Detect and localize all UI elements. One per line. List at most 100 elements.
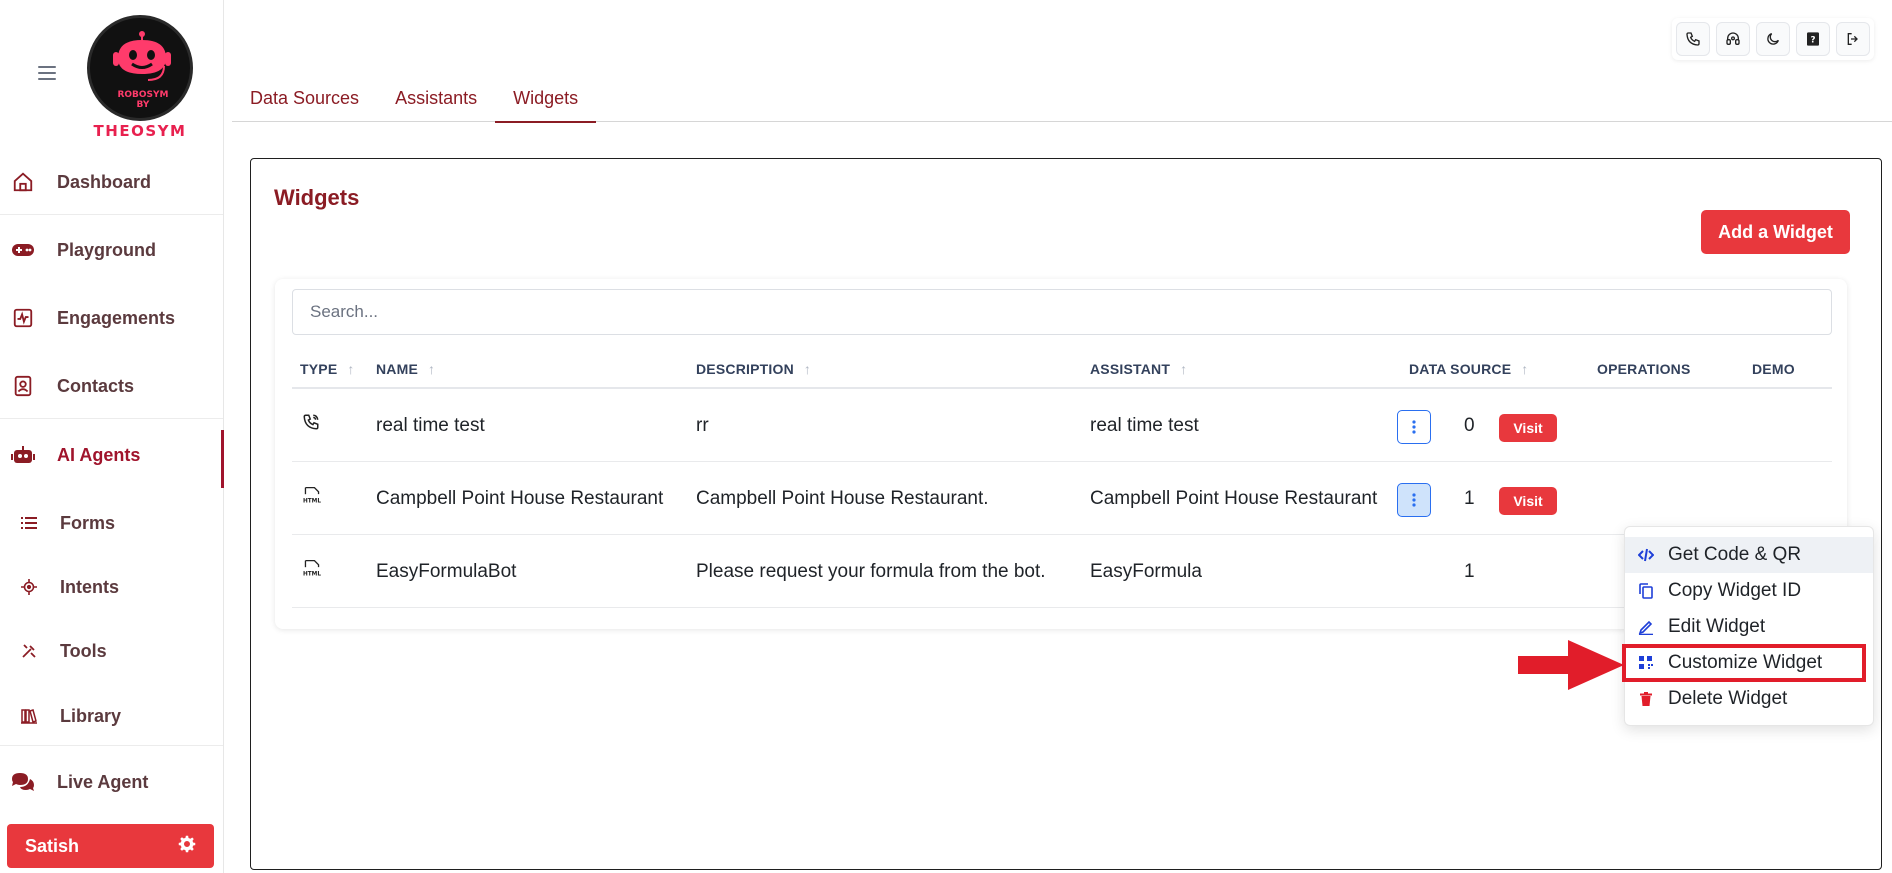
cell-name: real time test <box>376 415 485 436</box>
column-header-type[interactable]: TYPE ↑ <box>300 361 355 377</box>
menu-item-label: Customize Widget <box>1668 652 1823 673</box>
robot-mascot-icon <box>113 31 171 81</box>
sidebar-divider <box>0 745 223 746</box>
sort-arrow-icon: ↑ <box>428 361 436 377</box>
sidebar-item-label: Playground <box>57 239 157 260</box>
tools-icon <box>19 639 39 663</box>
gear-icon[interactable] <box>178 835 196 858</box>
tab-widgets[interactable]: Widgets <box>495 78 597 123</box>
pencil-icon <box>1638 619 1654 635</box>
moon-icon[interactable] <box>1756 22 1790 56</box>
search-input[interactable] <box>292 289 1832 335</box>
column-header-name[interactable]: NAME ↑ <box>376 361 435 377</box>
logo-sub-line: BY <box>136 100 150 110</box>
menu-item-label: Delete Widget <box>1668 688 1788 709</box>
menu-item-label: Copy Widget ID <box>1668 580 1802 601</box>
sidebar-divider <box>0 214 223 215</box>
sidebar-item-tools[interactable]: Tools <box>0 631 223 671</box>
sidebar-item-library[interactable]: Library <box>0 696 223 736</box>
user-name: Satish <box>25 835 80 856</box>
visit-button[interactable]: Visit <box>1499 414 1557 442</box>
trash-icon <box>1638 691 1654 707</box>
gamepad-icon <box>11 238 35 262</box>
sidebar: ROBOSYM BY THEOSYM Dashboard Playground … <box>0 0 224 873</box>
sidebar-item-engagements[interactable]: Engagements <box>0 298 223 338</box>
logo-badge: ROBOSYM BY <box>87 15 193 121</box>
menu-item-copy-widget-id[interactable]: Copy Widget ID <box>1625 573 1873 609</box>
menu-item-customize-widget[interactable]: Customize Widget <box>1625 645 1873 681</box>
cell-assistant: real time test <box>1090 415 1199 436</box>
operations-dropdown-menu: Get Code & QR Copy Widget ID Edit Widget… <box>1624 526 1874 726</box>
table-row[interactable]: HTML EasyFormulaBot Please request your … <box>292 535 1832 608</box>
help-icon[interactable]: ? <box>1796 22 1830 56</box>
cell-data-source: 0 <box>1464 415 1475 436</box>
sidebar-item-label: Dashboard <box>57 171 152 192</box>
header-label: NAME <box>376 361 419 377</box>
headset-icon[interactable] <box>1716 22 1750 56</box>
sidebar-item-contacts[interactable]: Contacts <box>0 366 223 406</box>
svg-text:HTML: HTML <box>303 498 321 504</box>
menu-item-delete-widget[interactable]: Delete Widget <box>1625 681 1873 717</box>
top-toolbar: ? <box>1672 18 1874 60</box>
add-widget-button[interactable]: Add a Widget <box>1701 210 1850 254</box>
sidebar-item-playground[interactable]: Playground <box>0 230 223 270</box>
cell-description: rr <box>696 415 709 436</box>
cell-data-source: 1 <box>1464 488 1475 509</box>
tab-data-sources[interactable]: Data Sources <box>232 78 377 122</box>
header-label: ASSISTANT <box>1090 361 1171 377</box>
sidebar-item-ai-agents[interactable]: AI Agents <box>0 435 223 475</box>
cell-name: Campbell Point House Restaurant <box>376 488 664 509</box>
chat-bubbles-icon <box>11 770 35 794</box>
sidebar-item-label: Library <box>60 705 122 726</box>
logout-icon[interactable] <box>1836 22 1870 56</box>
menu-item-edit-widget[interactable]: Edit Widget <box>1625 609 1873 645</box>
user-profile-button[interactable]: Satish <box>7 824 214 868</box>
sidebar-item-intents[interactable]: Intents <box>0 567 223 607</box>
widgets-card: Widgets Add a Widget TYPE ↑ NAME ↑ DESCRIP… <box>250 158 1882 870</box>
sidebar-item-label: Live Agent <box>57 771 149 792</box>
logo-subtext: ROBOSYM BY <box>90 90 190 110</box>
column-header-data-source[interactable]: DATA SOURCE ↑ <box>1409 361 1528 377</box>
list-icon <box>19 511 39 535</box>
menu-item-get-code-qr[interactable]: Get Code & QR <box>1625 537 1873 573</box>
sort-arrow-icon: ↑ <box>803 361 812 377</box>
logo-wordmark: THEOSYM <box>93 122 187 140</box>
table-row[interactable]: HTML Campbell Point House Restaurant Cam… <box>292 462 1832 535</box>
crosshair-icon <box>19 575 39 599</box>
sort-arrow-icon: ↑ <box>1180 361 1188 377</box>
column-header-assistant[interactable]: ASSISTANT ↑ <box>1090 361 1187 377</box>
tab-bar: Data Sources Assistants Widgets <box>232 78 1892 123</box>
column-header-description[interactable]: DESCRIPTION ↑ <box>696 361 811 377</box>
page-title: Widgets <box>274 185 360 210</box>
operations-menu-button[interactable] <box>1397 410 1431 444</box>
cell-data-source: 1 <box>1464 561 1475 582</box>
sidebar-item-live-agent[interactable]: Live Agent <box>0 762 223 802</box>
phone-call-icon <box>302 413 322 433</box>
home-icon <box>11 170 35 194</box>
hamburger-menu-icon[interactable] <box>38 66 56 80</box>
sidebar-item-forms[interactable]: Forms <box>0 503 223 543</box>
html-file-icon: HTML <box>302 559 322 579</box>
sidebar-item-label: Contacts <box>57 375 135 396</box>
visit-button[interactable]: Visit <box>1499 487 1557 515</box>
svg-text:HTML: HTML <box>303 571 321 577</box>
svg-text:?: ? <box>1810 35 1815 45</box>
library-icon <box>19 704 39 728</box>
copy-icon <box>1638 583 1654 599</box>
header-label: TYPE <box>300 361 338 377</box>
operations-menu-button[interactable] <box>1397 483 1431 517</box>
sidebar-divider <box>0 418 223 419</box>
cell-description: Campbell Point House Restaurant. <box>696 488 989 509</box>
sidebar-item-dashboard[interactable]: Dashboard <box>0 162 223 202</box>
logo-sub-line: ROBOSYM <box>117 90 169 100</box>
robot-icon <box>11 443 35 467</box>
menu-item-label: Edit Widget <box>1668 616 1766 637</box>
sidebar-item-label: Tools <box>60 640 107 661</box>
header-label: DATA SOURCE <box>1409 361 1512 377</box>
brand-logo[interactable]: ROBOSYM BY THEOSYM <box>84 12 196 140</box>
menu-item-label: Get Code & QR <box>1668 544 1802 565</box>
table-row[interactable]: real time test rr real time test 0 Visit <box>292 389 1832 462</box>
tab-assistants[interactable]: Assistants <box>377 78 495 122</box>
cell-assistant: Campbell Point House Restaurant <box>1090 488 1378 509</box>
phone-icon[interactable] <box>1676 22 1710 56</box>
